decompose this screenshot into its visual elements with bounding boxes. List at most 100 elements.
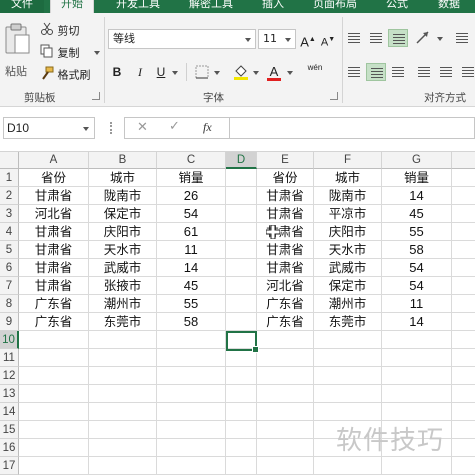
cell-E6[interactable]: 甘肃省 — [257, 259, 314, 277]
cell-extra9[interactable] — [452, 313, 475, 331]
cell-C8[interactable]: 55 — [157, 295, 226, 313]
cell-F5[interactable]: 天水市 — [314, 241, 382, 259]
row-header-6[interactable]: 6 — [0, 259, 19, 277]
cell-extra4[interactable] — [452, 223, 475, 241]
tab-formulas[interactable]: 公式 — [386, 0, 408, 13]
cell-A12[interactable] — [19, 367, 89, 385]
cell-B16[interactable] — [89, 439, 157, 457]
cell-F13[interactable] — [314, 385, 382, 403]
cell-G2[interactable]: 14 — [382, 187, 452, 205]
border-button[interactable] — [193, 63, 211, 81]
name-box-dropdown-icon[interactable] — [83, 127, 89, 131]
cell-A13[interactable] — [19, 385, 89, 403]
cell-extra5[interactable] — [452, 241, 475, 259]
font-color-dropdown-icon[interactable] — [287, 71, 293, 75]
cell-E3[interactable]: 甘肃省 — [257, 205, 314, 223]
cell-B6[interactable]: 武威市 — [89, 259, 157, 277]
cell-F12[interactable] — [314, 367, 382, 385]
cell-C17[interactable] — [157, 457, 226, 475]
cell-D9[interactable] — [226, 313, 257, 331]
cell-F17[interactable] — [314, 457, 382, 475]
cell-extra8[interactable] — [452, 295, 475, 313]
cell-D3[interactable] — [226, 205, 257, 223]
cell-D12[interactable] — [226, 367, 257, 385]
cell-A10[interactable] — [19, 331, 89, 349]
cell-extra12[interactable] — [452, 367, 475, 385]
cell-B7[interactable]: 张掖市 — [89, 277, 157, 295]
row-header-15[interactable]: 15 — [0, 421, 19, 439]
cell-A14[interactable] — [19, 403, 89, 421]
cell-D17[interactable] — [226, 457, 257, 475]
cell-B10[interactable] — [89, 331, 157, 349]
font-size-dropdown-icon[interactable] — [285, 38, 291, 42]
cell-extra13[interactable] — [452, 385, 475, 403]
cell-F11[interactable] — [314, 349, 382, 367]
orientation-dropdown-icon[interactable] — [437, 37, 443, 41]
tab-insert[interactable]: 插入 — [262, 0, 284, 13]
cell-F7[interactable]: 保定市 — [314, 277, 382, 295]
cell-G4[interactable]: 55 — [382, 223, 452, 241]
tab-developer[interactable]: 开发工具 — [116, 0, 160, 13]
row-header-10[interactable]: 10 — [0, 331, 19, 349]
cell-D2[interactable] — [226, 187, 257, 205]
row-header-9[interactable]: 9 — [0, 313, 19, 331]
align-left-button[interactable] — [344, 63, 364, 81]
font-size-select[interactable]: 11 — [258, 29, 296, 49]
cell-extra15[interactable] — [452, 421, 475, 439]
align-right-button[interactable] — [388, 63, 408, 81]
cell-F14[interactable] — [314, 403, 382, 421]
cell-extra2[interactable] — [452, 187, 475, 205]
cell-C12[interactable] — [157, 367, 226, 385]
italic-button[interactable]: I — [131, 63, 149, 81]
col-header-D[interactable]: D — [226, 152, 257, 169]
cut-button[interactable]: 剪切 — [40, 22, 80, 38]
cell-C13[interactable] — [157, 385, 226, 403]
cell-extra16[interactable] — [452, 439, 475, 457]
cell-B1[interactable]: 城市 — [89, 169, 157, 187]
tab-page-layout[interactable]: 页面布局 — [313, 0, 357, 13]
cell-extra17[interactable] — [452, 457, 475, 475]
row-header-8[interactable]: 8 — [0, 295, 19, 313]
cell-E8[interactable]: 广东省 — [257, 295, 314, 313]
cell-G10[interactable] — [382, 331, 452, 349]
cell-E11[interactable] — [257, 349, 314, 367]
wrap-text-button[interactable] — [452, 29, 472, 47]
cell-A8[interactable]: 广东省 — [19, 295, 89, 313]
col-header-E[interactable]: E — [257, 152, 314, 169]
top-align-button[interactable] — [344, 29, 364, 47]
increase-indent-button[interactable] — [436, 63, 456, 81]
row-header-2[interactable]: 2 — [0, 187, 19, 205]
cell-B13[interactable] — [89, 385, 157, 403]
cell-A1[interactable]: 省份 — [19, 169, 89, 187]
cell-B2[interactable]: 陇南市 — [89, 187, 157, 205]
decrease-indent-button[interactable] — [414, 63, 434, 81]
cell-C16[interactable] — [157, 439, 226, 457]
cell-C11[interactable] — [157, 349, 226, 367]
cell-F1[interactable]: 城市 — [314, 169, 382, 187]
row-header-1[interactable]: 1 — [0, 169, 19, 187]
cell-C1[interactable]: 销量 — [157, 169, 226, 187]
cell-G17[interactable] — [382, 457, 452, 475]
cell-A9[interactable]: 广东省 — [19, 313, 89, 331]
tab-home[interactable]: 开始 — [50, 0, 94, 13]
formula-input[interactable] — [230, 117, 475, 139]
underline-button[interactable]: U — [152, 63, 170, 81]
cell-F6[interactable]: 武威市 — [314, 259, 382, 277]
row-header-7[interactable]: 7 — [0, 277, 19, 295]
cell-F8[interactable]: 潮州市 — [314, 295, 382, 313]
row-header-11[interactable]: 11 — [0, 349, 19, 367]
cell-D7[interactable] — [226, 277, 257, 295]
clipboard-launcher-icon[interactable] — [92, 92, 100, 100]
cell-E7[interactable]: 河北省 — [257, 277, 314, 295]
grow-font-button[interactable]: A▲ — [299, 31, 317, 49]
cell-A2[interactable]: 甘肃省 — [19, 187, 89, 205]
underline-dropdown-icon[interactable] — [172, 71, 178, 75]
cell-A17[interactable] — [19, 457, 89, 475]
cell-extra3[interactable] — [452, 205, 475, 223]
cell-extra11[interactable] — [452, 349, 475, 367]
cell-B15[interactable] — [89, 421, 157, 439]
cell-E14[interactable] — [257, 403, 314, 421]
cell-C5[interactable]: 11 — [157, 241, 226, 259]
cell-G3[interactable]: 45 — [382, 205, 452, 223]
cell-E13[interactable] — [257, 385, 314, 403]
